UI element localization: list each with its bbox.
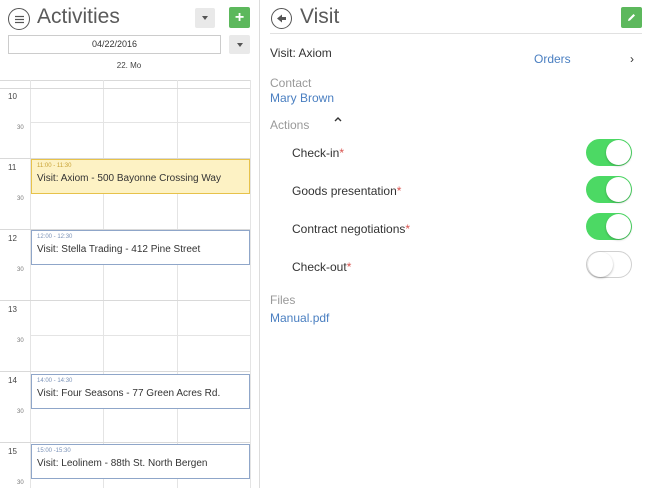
checkout-toggle[interactable] (586, 251, 632, 278)
grid-line (30, 335, 250, 336)
view-dropdown-button[interactable] (195, 8, 215, 28)
toggle-knob (588, 252, 613, 277)
toggle-knob (606, 140, 631, 165)
grid-line (0, 88, 250, 89)
date-dropdown-button[interactable] (229, 35, 250, 54)
actions-label: Actions (270, 118, 310, 132)
grid-line (250, 80, 251, 488)
visit-name: Visit: Axiom (270, 46, 332, 60)
list-menu-icon[interactable] (8, 8, 30, 30)
hour-label: 14 (8, 376, 17, 385)
grid-line (30, 122, 250, 123)
activities-pane: Activities + 04/22/2016 22. Mo 10 30 11 … (0, 0, 258, 488)
event-time: 14:00 - 14:30 (37, 378, 73, 384)
files-label: Files (270, 293, 296, 307)
event-title: Visit: Four Seasons - 77 Green Acres Rd. (37, 388, 221, 399)
page-title: Activities (37, 5, 120, 28)
contract-negotiations-toggle[interactable] (586, 213, 632, 240)
calendar-event[interactable]: 15:00 -15:30 Visit: Leolinem - 88th St. … (31, 444, 250, 479)
contact-label: Contact (270, 76, 312, 90)
event-title: Visit: Stella Trading - 412 Pine Street (37, 244, 201, 255)
event-title: Visit: Axiom - 500 Bayonne Crossing Way (37, 173, 221, 184)
calendar-event[interactable]: 14:00 - 14:30 Visit: Four Seasons - 77 G… (31, 374, 250, 409)
event-time: 11:00 - 11:30 (37, 163, 72, 169)
file-link[interactable]: Manual.pdf (270, 311, 329, 325)
checkin-toggle[interactable] (586, 139, 632, 166)
grid-line (0, 80, 250, 81)
hour-label: 11 (8, 163, 17, 172)
calendar-grid[interactable]: 10 30 11 30 12 30 13 30 14 30 15 30 11:0… (0, 80, 258, 488)
half-hour-label: 30 (17, 480, 24, 486)
action-checkout-label: Check-out* (292, 260, 352, 274)
back-arrow-icon[interactable] (271, 8, 292, 29)
grid-line (0, 300, 250, 301)
half-hour-label: 30 (17, 338, 24, 344)
action-goods-label: Goods presentation* (292, 184, 402, 198)
half-hour-label: 30 (17, 267, 24, 273)
goods-presentation-toggle[interactable] (586, 176, 632, 203)
grid-line (103, 80, 104, 488)
chevron-up-icon[interactable] (333, 114, 343, 124)
page-title: Visit (300, 5, 340, 28)
half-hour-label: 30 (17, 409, 24, 415)
orders-link[interactable]: Orders (534, 52, 571, 66)
chevron-down-icon (202, 16, 208, 20)
edit-button[interactable] (621, 7, 642, 28)
date-field[interactable]: 04/22/2016 (8, 35, 221, 54)
grid-line (0, 371, 250, 372)
hour-label: 13 (8, 305, 17, 314)
action-checkin-label: Check-in* (292, 146, 345, 160)
contact-link[interactable]: Mary Brown (270, 91, 334, 105)
half-hour-label: 30 (17, 125, 24, 131)
event-time: 12:00 - 12:30 (37, 234, 73, 240)
grid-line (177, 80, 178, 488)
toggle-knob (606, 177, 631, 202)
add-activity-button[interactable]: + (229, 7, 250, 28)
event-time: 15:00 -15:30 (37, 448, 71, 454)
hour-label: 12 (8, 234, 17, 243)
hour-label: 15 (8, 447, 17, 456)
grid-line (0, 442, 250, 443)
visit-pane: Visit Visit: Axiom Orders › Contact Mary… (260, 0, 650, 488)
action-contract-label: Contract negotiations* (292, 222, 411, 236)
chevron-right-icon[interactable]: › (630, 52, 634, 66)
event-title: Visit: Leolinem - 88th St. North Bergen (37, 458, 208, 469)
day-header: 22. Mo (116, 61, 142, 70)
half-hour-label: 30 (17, 196, 24, 202)
chevron-down-icon (236, 42, 243, 47)
toggle-knob (606, 214, 631, 239)
calendar-event[interactable]: 11:00 - 11:30 Visit: Axiom - 500 Bayonne… (31, 159, 250, 194)
pencil-icon (628, 14, 635, 21)
hour-label: 10 (8, 92, 17, 101)
header-divider (270, 33, 642, 34)
grid-line (30, 80, 31, 488)
plus-icon: + (234, 9, 245, 26)
calendar-event[interactable]: 12:00 - 12:30 Visit: Stella Trading - 41… (31, 230, 250, 265)
